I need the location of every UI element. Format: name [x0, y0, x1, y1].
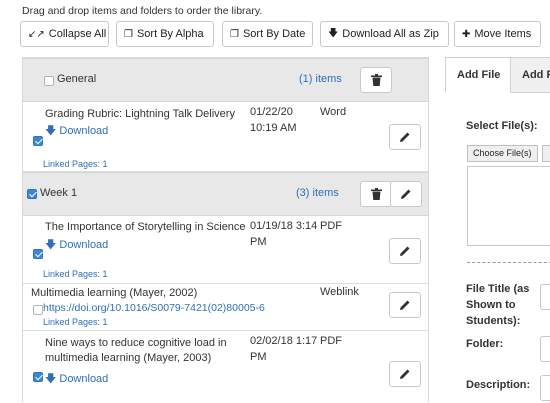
download-link[interactable]: 🡇 Download	[45, 122, 108, 141]
pencil-icon	[401, 189, 411, 199]
instructions-text: Drag and drop items and folders to order…	[22, 5, 263, 17]
edit-item-button[interactable]	[389, 292, 421, 318]
folder-item-count[interactable]: (3) items	[296, 187, 339, 199]
move-items-button[interactable]: ✚ Move Items	[454, 21, 541, 47]
file-date: 01/22/20 10:19 AM	[250, 106, 297, 134]
list-item[interactable]: Grading Rubric: Lightning Talk Delivery …	[23, 102, 428, 172]
edit-folder-button[interactable]	[390, 181, 422, 207]
item-checkbox[interactable]	[33, 136, 43, 146]
download-all-zip-button[interactable]: 🡇 Download All as Zip	[320, 21, 449, 47]
trash-icon	[370, 74, 382, 86]
trash-icon	[370, 188, 382, 200]
description-input[interactable]	[540, 375, 550, 401]
file-type: PDF	[320, 335, 342, 347]
collapse-all-button[interactable]: ↙↗ Collapse All	[20, 21, 109, 47]
down-arrow-icon: 🡇	[328, 27, 339, 39]
select-files-label: Select File(s):	[466, 120, 538, 132]
file-date: 02/02/18 1:17 PM	[250, 335, 318, 363]
copy-stack-icon: ❐	[230, 28, 239, 40]
section-divider	[467, 262, 550, 263]
pencil-icon	[400, 300, 410, 310]
library-list: General (1) items Grading Rubric: Lightn…	[22, 57, 429, 403]
delete-folder-button[interactable]	[360, 67, 392, 93]
choose-files-button[interactable]: Choose File(s)	[467, 145, 538, 162]
delete-folder-button[interactable]	[360, 181, 392, 207]
linked-pages[interactable]: Linked Pages: 1	[43, 269, 108, 279]
edit-item-button[interactable]	[389, 124, 421, 150]
edit-item-button[interactable]	[389, 361, 421, 387]
weblink-title: Multimedia learning (Mayer, 2002)	[31, 287, 198, 299]
file-title: Nine ways to reduce cognitive load in mul…	[45, 337, 227, 364]
download-link[interactable]: 🡇 Download	[45, 370, 108, 389]
plus-cross-arrows-icon: ✚	[462, 28, 471, 40]
file-drop-zone[interactable]	[467, 166, 550, 246]
pencil-icon	[400, 246, 410, 256]
panel-tabs: Add File Add F	[445, 57, 550, 93]
sort-by-date-button[interactable]: ❐ Sort By Date	[222, 21, 313, 47]
linked-pages[interactable]: Linked Pages: 1	[43, 317, 108, 327]
file-type: Weblink	[320, 286, 359, 298]
file-date: 01/19/18 3:14 PM	[250, 220, 318, 248]
description-label: Description:	[466, 379, 531, 391]
folder-checkbox-general[interactable]	[44, 76, 54, 86]
file-type: PDF	[320, 220, 342, 232]
folder-label: Folder:	[466, 338, 504, 350]
copy-stack-icon: ❐	[124, 28, 133, 40]
list-item[interactable]: Multimedia learning (Mayer, 2002) Weblin…	[23, 284, 428, 331]
pencil-icon	[400, 132, 410, 142]
tab-add-file[interactable]: Add File	[445, 57, 511, 93]
item-checkbox[interactable]	[33, 372, 43, 382]
folder-header-week-1[interactable]: Week 1 (3) items	[23, 172, 428, 216]
download-link[interactable]: 🡇 Download	[45, 236, 108, 255]
folder-item-count[interactable]: (1) items	[299, 73, 342, 85]
pencil-icon	[400, 369, 410, 379]
download-all-zip-label: Download All as Zip	[342, 28, 439, 40]
folder-checkbox-week-1[interactable]	[27, 189, 37, 199]
file-type: Word	[320, 106, 347, 118]
file-title: The Importance of Storytelling in Scienc…	[45, 221, 246, 233]
item-checkbox[interactable]	[33, 305, 43, 315]
folder-header-general[interactable]: General (1) items	[23, 58, 428, 102]
sort-by-date-label: Sort By Date	[242, 28, 306, 40]
sort-by-alpha-button[interactable]: ❐ Sort By Alpha	[116, 21, 214, 47]
list-item[interactable]: Nine ways to reduce cognitive load in mul…	[23, 331, 428, 403]
edit-item-button[interactable]	[389, 238, 421, 264]
collapse-all-label: Collapse All	[48, 28, 107, 40]
linked-pages[interactable]: Linked Pages: 1	[43, 159, 108, 169]
move-items-label: Move Items	[474, 28, 532, 40]
folder-select[interactable]	[540, 336, 550, 362]
sort-by-alpha-label: Sort By Alpha	[136, 28, 204, 40]
weblink-url[interactable]: https://doi.org/10.1016/S0079-7421(02)80…	[43, 302, 265, 314]
folder-title: Week 1	[40, 187, 78, 199]
tab-add-folder[interactable]: Add F	[511, 57, 550, 93]
item-checkbox[interactable]	[33, 249, 43, 259]
file-title-input[interactable]	[540, 284, 550, 310]
choose-files-secondary-button[interactable]	[542, 145, 550, 162]
add-file-panel: Add File Add F Select File(s): Choose Fi…	[445, 57, 550, 402]
folder-title: General	[57, 73, 97, 85]
file-title: Grading Rubric: Lightning Talk Delivery	[45, 108, 235, 120]
list-item[interactable]: The Importance of Storytelling in Scienc…	[23, 216, 428, 284]
file-title-label: File Title (as Shown to Students):	[466, 283, 530, 327]
collapse-arrows-icon: ↙↗	[28, 28, 45, 40]
